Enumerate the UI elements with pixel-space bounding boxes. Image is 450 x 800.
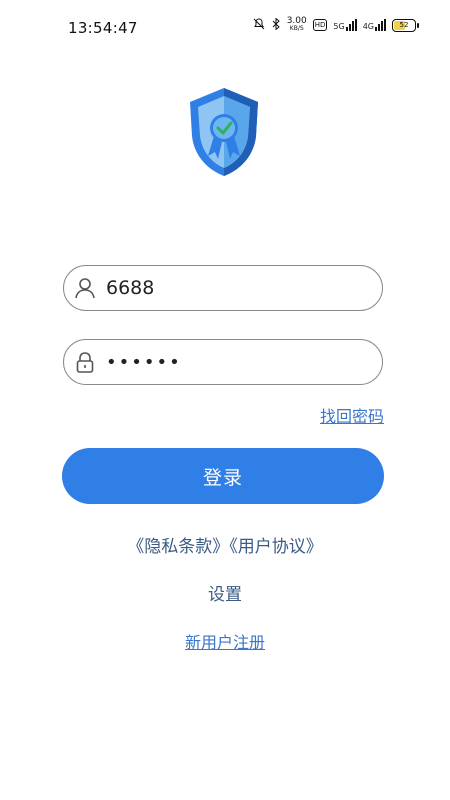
shield-badge-icon [190, 88, 258, 176]
speed-unit: KB/S [289, 25, 304, 32]
signal-5g: 5G [333, 19, 357, 31]
password-field[interactable] [63, 339, 383, 385]
status-bar: 13:54:47 3.00 KB/S HD 5G 4G 52 [0, 0, 450, 56]
bluetooth-icon [271, 16, 281, 33]
privacy-policy-link[interactable]: 《隐私条款》 [127, 537, 229, 557]
status-icons: 3.00 KB/S HD 5G 4G 52 [253, 16, 419, 33]
mute-icon [253, 17, 265, 33]
signal-bars-icon [375, 19, 386, 31]
register-row: 新用户注册 [0, 629, 450, 653]
signal-bars-icon [345, 19, 357, 31]
register-link[interactable]: 新用户注册 [185, 633, 265, 652]
battery-level: 52 [399, 21, 409, 29]
app-logo [186, 86, 262, 178]
status-time: 13:54:47 [68, 19, 138, 37]
user-agreement-link[interactable]: 《用户协议》 [229, 537, 323, 557]
policy-links: 《隐私条款》《用户协议》 [0, 532, 450, 557]
user-icon [75, 278, 95, 299]
signal-4g-label: 4G [362, 22, 374, 31]
lock-icon [76, 352, 94, 373]
signal-5g-label: 5G [333, 22, 345, 31]
username-input[interactable] [106, 277, 356, 299]
network-speed: 3.00 KB/S [287, 17, 307, 33]
username-field[interactable] [63, 265, 383, 311]
hd-badge: HD [312, 19, 328, 31]
speed-value: 3.00 [286, 16, 307, 26]
password-input[interactable] [106, 351, 356, 373]
login-button[interactable]: 登录 [62, 448, 384, 504]
battery-icon: 52 [392, 18, 419, 32]
signal-4g: 4G [363, 19, 386, 31]
forgot-password-link[interactable]: 找回密码 [320, 403, 384, 427]
settings-link[interactable]: 设置 [0, 580, 450, 605]
